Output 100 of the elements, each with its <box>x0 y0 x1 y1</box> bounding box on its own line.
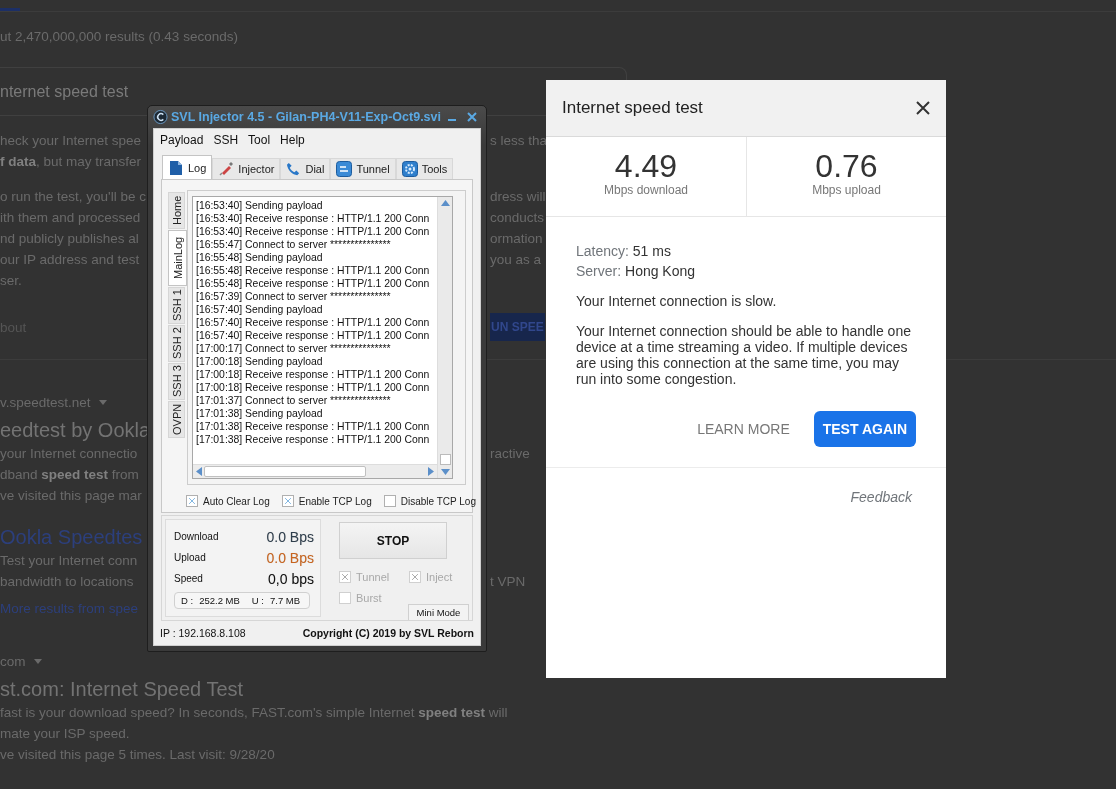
snippet-text: nd publicly publishes al <box>0 231 139 246</box>
document-icon <box>168 159 184 176</box>
learn-more-button[interactable]: LEARN MORE <box>697 421 790 437</box>
snippet-text: our IP address and test <box>0 252 140 267</box>
log-line: [17:01:38] Sending payload <box>196 407 324 420</box>
checkbox-label[interactable]: Enable TCP Log <box>298 495 372 507</box>
side-tab[interactable]: SSH 3 <box>168 363 185 400</box>
app-icon <box>153 109 168 125</box>
tab[interactable]: Tools <box>395 158 454 179</box>
log-line: [16:53:40] Sending payload <box>196 199 324 212</box>
stat-value: 0.0 Bps <box>266 549 314 566</box>
speed-value: 0.76 <box>815 149 878 183</box>
scroll-right-icon[interactable] <box>428 467 434 476</box>
total-label: D : <box>181 595 194 606</box>
mini-mode-button[interactable]: Mini Mode <box>408 604 469 620</box>
tab[interactable]: Dial <box>280 158 331 179</box>
stat-label: Download <box>174 531 219 542</box>
stop-button[interactable]: STOP <box>339 522 447 559</box>
menu-item[interactable]: SSH <box>213 133 239 151</box>
snippet-text: ser. <box>0 273 22 288</box>
checkbox[interactable] <box>383 495 396 507</box>
snippet-text: heck your Internet spee <box>0 133 142 148</box>
detail-value: 51 ms <box>632 243 671 259</box>
side-tab[interactable]: OVPN <box>168 401 185 438</box>
description-text: Your Internet connection should be able to handle one device at a time streaming a video. If multiple devices are using this connection at the same time, you may run into some congestion. <box>576 323 912 387</box>
syringe-icon <box>218 161 235 177</box>
log-line: [17:00:18] Receive response : HTTP/1.1 200 Conn <box>196 368 431 381</box>
snippet-text: dress will <box>490 189 546 204</box>
caret-icon[interactable] <box>98 400 107 405</box>
snippet-text: ractive <box>490 446 530 461</box>
scroll-thumb[interactable] <box>204 466 366 477</box>
speed-value: 4.49 <box>614 149 678 183</box>
stat-label: Upload <box>174 552 206 563</box>
scroll-thumb[interactable] <box>439 454 451 465</box>
gear-icon <box>401 161 418 177</box>
log-line: [17:00:17] Connect to server *************** <box>196 342 392 355</box>
total-label: U : <box>251 595 264 606</box>
log-line: [16:57:40] Receive response : HTTP/1.1 200 Conn <box>196 329 431 342</box>
snippet-text: dband speed test from <box>0 467 139 482</box>
log-line: [16:55:48] Receive response : HTTP/1.1 200 Conn <box>196 264 431 277</box>
stat-value: 0,0 bps <box>268 570 314 587</box>
log-line: [16:55:48] Sending payload <box>196 251 324 264</box>
log-line: [16:57:40] Sending payload <box>196 303 324 316</box>
vertical-scrollbar[interactable] <box>437 197 452 478</box>
result-stats: ut 2,470,000,000 results (0.43 seconds) <box>0 28 238 44</box>
snippet-text: you as a <box>490 252 542 267</box>
log-line: [16:55:48] Receive response : HTTP/1.1 200 Conn <box>196 277 431 290</box>
search-query: nternet speed test <box>0 82 129 101</box>
menu-item[interactable]: Payload <box>160 133 204 151</box>
checkbox-label[interactable]: Disable TCP Log <box>400 495 476 507</box>
tab[interactable]: Log <box>162 155 213 179</box>
menu-item[interactable]: Tool <box>248 133 271 151</box>
menu-item[interactable]: Help <box>280 133 305 151</box>
checkbox-label[interactable]: Auto Clear Log <box>203 495 270 507</box>
network-icon <box>336 161 353 177</box>
checkbox[interactable] <box>186 495 198 507</box>
tab-indicator <box>0 8 20 11</box>
log-line: [16:57:39] Connect to server *************** <box>196 290 392 303</box>
side-tab[interactable]: SSH 2 <box>168 325 185 362</box>
horizontal-scrollbar[interactable] <box>193 464 437 478</box>
log-line: [16:53:40] Receive response : HTTP/1.1 200 Conn <box>196 212 431 225</box>
tab[interactable]: Tunnel <box>330 158 396 179</box>
phone-icon <box>286 161 302 177</box>
detail-label: Server: <box>576 263 622 279</box>
side-tab[interactable]: Home <box>168 192 185 229</box>
log-line: [16:57:40] Receive response : HTTP/1.1 200 Conn <box>196 316 431 329</box>
scroll-left-icon[interactable] <box>196 467 202 476</box>
detail-label: Latency: <box>576 243 629 259</box>
side-tab[interactable]: MainLog <box>168 230 187 286</box>
total-value: 7.7 MB <box>269 595 301 606</box>
stat-label: Speed <box>174 573 203 584</box>
scroll-up-icon[interactable] <box>440 200 450 206</box>
detail-value: Hong Kong <box>625 263 696 279</box>
snippet-text: ormation <box>490 231 543 246</box>
snippet-text: your Internet connectio <box>0 446 138 461</box>
snippet-text: ith them and processed <box>0 210 141 225</box>
speed-unit: Mbps upload <box>812 183 881 197</box>
log-line: [17:00:18] Receive response : HTTP/1.1 200 Conn <box>196 381 431 394</box>
close-button[interactable] <box>914 99 932 117</box>
stat-value: 0.0 Bps <box>266 528 314 545</box>
log-line: [17:01:38] Receive response : HTTP/1.1 200 Conn <box>196 420 431 433</box>
log-line: [17:00:18] Sending payload <box>196 355 324 368</box>
speed-unit: Mbps download <box>603 183 689 197</box>
tab[interactable]: Injector <box>212 158 281 179</box>
snippet-text: f data, but may transfer <box>0 154 142 169</box>
log-line: [17:01:38] Receive response : HTTP/1.1 200 Conn <box>196 433 431 446</box>
ip-address: IP : 192.168.8.108 <box>160 627 246 639</box>
snippet-text: mate your ISP speed. <box>0 726 130 741</box>
checkbox[interactable] <box>281 495 294 507</box>
feedback-link[interactable]: Feedback <box>850 489 912 505</box>
log-line: [17:01:37] Connect to server *************** <box>196 394 392 407</box>
test-again-button[interactable]: TEST AGAIN <box>813 411 916 447</box>
caret-icon[interactable] <box>33 659 42 664</box>
total-value: 252.2 MB <box>199 595 240 606</box>
side-tab[interactable]: SSH 1 <box>168 287 185 324</box>
copyright-text: Copyright (C) 2019 by SVL Reborn <box>302 627 474 639</box>
scroll-down-icon[interactable] <box>440 469 450 475</box>
log-line: [16:53:40] Receive response : HTTP/1.1 200 Conn <box>196 225 431 238</box>
log-line: [16:55:47] Connect to server *************** <box>196 238 392 251</box>
status-text: Your Internet connection is slow. <box>576 293 778 309</box>
